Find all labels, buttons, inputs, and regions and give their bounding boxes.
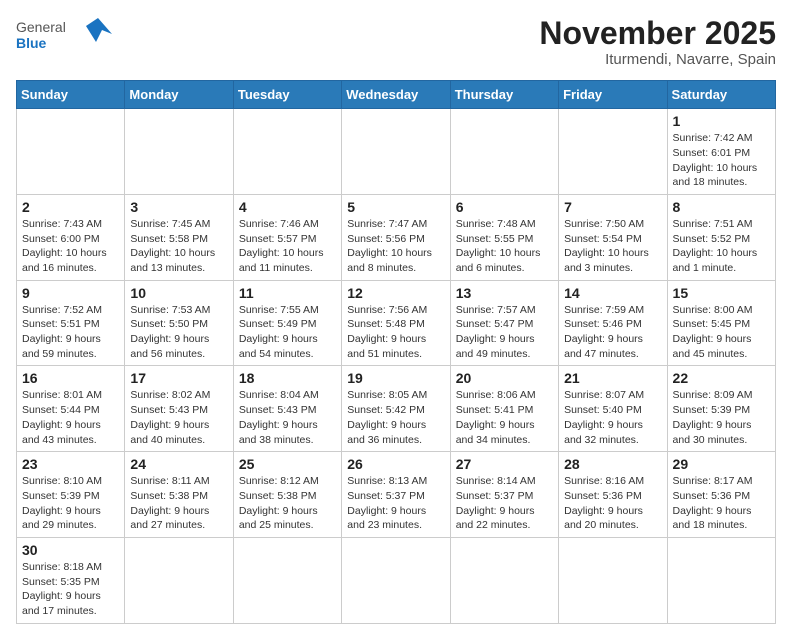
empty-cell [125, 109, 233, 195]
day-22: 22 Sunrise: 8:09 AMSunset: 5:39 PMDaylig… [667, 366, 775, 452]
calendar-table: Sunday Monday Tuesday Wednesday Thursday… [16, 80, 776, 624]
empty-cell [125, 537, 233, 623]
day-2: 2 Sunrise: 7:43 AMSunset: 6:00 PMDayligh… [17, 194, 125, 280]
day-5: 5 Sunrise: 7:47 AMSunset: 5:56 PMDayligh… [342, 194, 450, 280]
day-28: 28 Sunrise: 8:16 AMSunset: 5:36 PMDaylig… [559, 452, 667, 538]
title-area: November 2025 Iturmendi, Navarre, Spain [539, 16, 776, 68]
day-9: 9 Sunrise: 7:52 AMSunset: 5:51 PMDayligh… [17, 280, 125, 366]
page-header: General Blue November 2025 Iturmendi, Na… [16, 16, 776, 68]
weekday-header-row: Sunday Monday Tuesday Wednesday Thursday… [17, 81, 776, 109]
calendar-row-2: 2 Sunrise: 7:43 AMSunset: 6:00 PMDayligh… [17, 194, 776, 280]
day-23: 23 Sunrise: 8:10 AMSunset: 5:39 PMDaylig… [17, 452, 125, 538]
calendar-row-3: 9 Sunrise: 7:52 AMSunset: 5:51 PMDayligh… [17, 280, 776, 366]
header-tuesday: Tuesday [233, 81, 341, 109]
empty-cell [17, 109, 125, 195]
empty-cell [233, 537, 341, 623]
day-30: 30 Sunrise: 8:18 AMSunset: 5:35 PMDaylig… [17, 537, 125, 623]
calendar-row-1: 1 Sunrise: 7:42 AM Sunset: 6:01 PM Dayli… [17, 109, 776, 195]
empty-cell [342, 109, 450, 195]
header-thursday: Thursday [450, 81, 558, 109]
header-monday: Monday [125, 81, 233, 109]
day-19: 19 Sunrise: 8:05 AMSunset: 5:42 PMDaylig… [342, 366, 450, 452]
header-friday: Friday [559, 81, 667, 109]
day-1: 1 Sunrise: 7:42 AM Sunset: 6:01 PM Dayli… [667, 109, 775, 195]
month-title: November 2025 [539, 16, 776, 51]
day-10: 10 Sunrise: 7:53 AMSunset: 5:50 PMDaylig… [125, 280, 233, 366]
day-16: 16 Sunrise: 8:01 AMSunset: 5:44 PMDaylig… [17, 366, 125, 452]
calendar-row-5: 23 Sunrise: 8:10 AMSunset: 5:39 PMDaylig… [17, 452, 776, 538]
day-17: 17 Sunrise: 8:02 AMSunset: 5:43 PMDaylig… [125, 366, 233, 452]
header-saturday: Saturday [667, 81, 775, 109]
day-3: 3 Sunrise: 7:45 AMSunset: 5:58 PMDayligh… [125, 194, 233, 280]
day-26: 26 Sunrise: 8:13 AMSunset: 5:37 PMDaylig… [342, 452, 450, 538]
day-14: 14 Sunrise: 7:59 AMSunset: 5:46 PMDaylig… [559, 280, 667, 366]
empty-cell [450, 537, 558, 623]
empty-cell [559, 109, 667, 195]
day-27: 27 Sunrise: 8:14 AMSunset: 5:37 PMDaylig… [450, 452, 558, 538]
day-11: 11 Sunrise: 7:55 AMSunset: 5:49 PMDaylig… [233, 280, 341, 366]
day-24: 24 Sunrise: 8:11 AMSunset: 5:38 PMDaylig… [125, 452, 233, 538]
day-15: 15 Sunrise: 8:00 AMSunset: 5:45 PMDaylig… [667, 280, 775, 366]
calendar-row-4: 16 Sunrise: 8:01 AMSunset: 5:44 PMDaylig… [17, 366, 776, 452]
day-18: 18 Sunrise: 8:04 AMSunset: 5:43 PMDaylig… [233, 366, 341, 452]
logo: General Blue [16, 16, 116, 56]
day-20: 20 Sunrise: 8:06 AMSunset: 5:41 PMDaylig… [450, 366, 558, 452]
day-8: 8 Sunrise: 7:51 AMSunset: 5:52 PMDayligh… [667, 194, 775, 280]
day-13: 13 Sunrise: 7:57 AMSunset: 5:47 PMDaylig… [450, 280, 558, 366]
day-12: 12 Sunrise: 7:56 AMSunset: 5:48 PMDaylig… [342, 280, 450, 366]
calendar-row-6: 30 Sunrise: 8:18 AMSunset: 5:35 PMDaylig… [17, 537, 776, 623]
header-sunday: Sunday [17, 81, 125, 109]
empty-cell [233, 109, 341, 195]
logo-svg: General Blue [16, 16, 116, 56]
day-7: 7 Sunrise: 7:50 AMSunset: 5:54 PMDayligh… [559, 194, 667, 280]
header-wednesday: Wednesday [342, 81, 450, 109]
empty-cell [450, 109, 558, 195]
day-1-info: Sunrise: 7:42 AM Sunset: 6:01 PM Dayligh… [673, 131, 770, 190]
svg-text:General: General [16, 19, 66, 35]
day-6: 6 Sunrise: 7:48 AMSunset: 5:55 PMDayligh… [450, 194, 558, 280]
empty-cell [342, 537, 450, 623]
empty-cell [667, 537, 775, 623]
location-title: Iturmendi, Navarre, Spain [539, 51, 776, 68]
empty-cell [559, 537, 667, 623]
svg-text:Blue: Blue [16, 35, 47, 51]
day-4: 4 Sunrise: 7:46 AMSunset: 5:57 PMDayligh… [233, 194, 341, 280]
day-21: 21 Sunrise: 8:07 AMSunset: 5:40 PMDaylig… [559, 366, 667, 452]
day-29: 29 Sunrise: 8:17 AMSunset: 5:36 PMDaylig… [667, 452, 775, 538]
day-25: 25 Sunrise: 8:12 AMSunset: 5:38 PMDaylig… [233, 452, 341, 538]
